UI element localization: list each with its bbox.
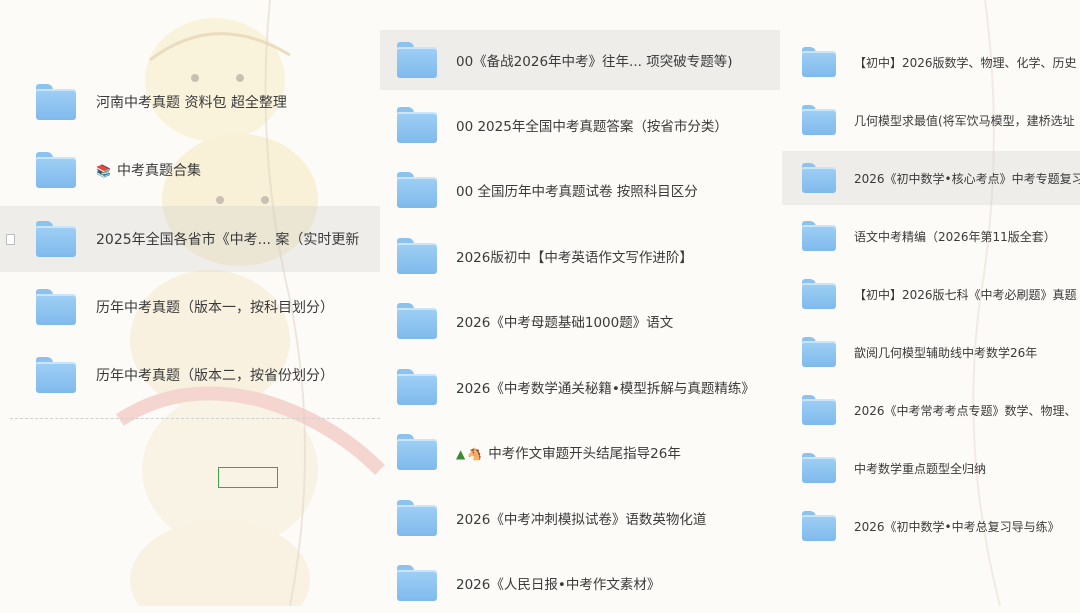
folder-icon: [802, 163, 836, 193]
folder-icon: [36, 84, 76, 120]
folder-label: 2025年全国各省市《中考... 案（实时更新: [96, 232, 360, 248]
folder-item[interactable]: 河南中考真题 资料包 超全整理: [0, 69, 380, 135]
folder-icon: [802, 453, 836, 483]
folder-label: 2026版初中【中考英语作文写作进阶】: [456, 250, 693, 266]
folder-icon: [802, 279, 836, 309]
folder-label: 【初中】2026版七科《中考必刷题》真题: [854, 287, 1077, 302]
folder-column-3: 【初中】2026版数学、物理、化学、历史 几何模型求最值(将军饮马模型，建桥选址…: [782, 0, 1080, 606]
folder-item[interactable]: 📚 中考真题合集: [0, 137, 380, 203]
folder-label: 历年中考真题（版本一，按科目划分）: [96, 300, 334, 316]
folder-icon: [802, 221, 836, 251]
rename-highlight-box: [218, 467, 278, 488]
folder-item[interactable]: 2026《中考母题基础1000题》语文: [380, 291, 780, 351]
folder-label: 中考数学重点题型全归纳: [854, 461, 987, 476]
folder-label: 2026《人民日报•中考作文素材》: [456, 577, 661, 593]
folder-icon: [36, 221, 76, 257]
folder-label: 2026《初中数学•核心考点》中考专题复习: [854, 171, 1080, 186]
folder-item[interactable]: 2026《中考数学通关秘籍•模型拆解与真题精练》: [380, 357, 780, 417]
folder-label: 几何模型求最值(将军饮马模型，建桥选址: [854, 113, 1075, 128]
folder-icon: [802, 511, 836, 541]
folder-label: 语文中考精编（2026年第11版全套）: [854, 229, 1056, 244]
folder-item[interactable]: 2026《初中数学•中考总复习导与练》: [782, 499, 1080, 553]
folder-label: 2026《中考常考考点专题》数学、物理、: [854, 403, 1077, 418]
folder-label: 00 全国历年中考真题试卷 按照科目区分: [456, 184, 698, 200]
folder-item[interactable]: 历年中考真题（版本一，按科目划分）: [0, 274, 380, 340]
folder-label: 2026《中考母题基础1000题》语文: [456, 315, 674, 331]
folder-item[interactable]: 2026版初中【中考英语作文写作进阶】: [380, 226, 780, 286]
folder-label: 2026《中考冲刺模拟试卷》语数英物化道: [456, 512, 707, 528]
folder-label: 中考真题合集: [116, 163, 201, 179]
selection-checkbox[interactable]: [6, 233, 15, 245]
folder-icon: [397, 434, 437, 470]
folder-item-selected[interactable]: 2026《初中数学•核心考点》中考专题复习: [782, 151, 1080, 205]
folder-item[interactable]: 00 2025年全国中考真题答案（按省市分类）: [380, 95, 780, 155]
folder-label: 歆阅几何模型辅助线中考数学26年: [854, 345, 1038, 360]
folder-item[interactable]: 2026《人民日报•中考作文素材》: [380, 553, 780, 613]
books-icon: 📚: [96, 164, 111, 178]
folder-item[interactable]: ▲ 🐴 中考作文审题开头结尾指导26年: [380, 422, 780, 482]
horse-icon: 🐴: [467, 447, 483, 461]
folder-icon: [36, 357, 76, 393]
folder-label: 2026《初中数学•中考总复习导与练》: [854, 519, 1060, 534]
folder-icon: [36, 289, 76, 325]
folder-item-selected[interactable]: 2025年全国各省市《中考... 案（实时更新: [0, 206, 380, 272]
folder-item[interactable]: 歆阅几何模型辅助线中考数学26年: [782, 325, 1080, 379]
folder-item[interactable]: 00 全国历年中考真题试卷 按照科目区分: [380, 160, 780, 220]
tree-icon: ▲: [456, 447, 466, 461]
folder-icon: [397, 565, 437, 601]
selection-marquee-edge: [10, 418, 380, 420]
folder-label: 历年中考真题（版本二，按省份划分）: [96, 368, 334, 384]
folder-icon: [36, 152, 76, 188]
folder-icon: [397, 238, 437, 274]
folder-label: 2026《中考数学通关秘籍•模型拆解与真题精练》: [456, 381, 755, 397]
folder-item[interactable]: 语文中考精编（2026年第11版全套）: [782, 209, 1080, 263]
folder-label: 河南中考真题 资料包 超全整理: [96, 95, 287, 111]
folder-item[interactable]: 历年中考真题（版本二，按省份划分）: [0, 342, 380, 408]
folder-icon: [802, 337, 836, 367]
folder-icon: [397, 42, 437, 78]
folder-item[interactable]: 【初中】2026版数学、物理、化学、历史: [782, 35, 1080, 89]
folder-icon: [397, 107, 437, 143]
folder-item-selected[interactable]: 00《备战2026年中考》往年... 项突破专题等): [380, 30, 780, 90]
folder-item[interactable]: 几何模型求最值(将军饮马模型，建桥选址: [782, 93, 1080, 147]
folder-label: 【初中】2026版数学、物理、化学、历史: [854, 55, 1077, 70]
folder-label: 中考作文审题开头结尾指导26年: [488, 446, 681, 462]
folder-label: 00 2025年全国中考真题答案（按省市分类）: [456, 119, 728, 135]
folder-item[interactable]: 【初中】2026版七科《中考必刷题》真题: [782, 267, 1080, 321]
folder-icon: [397, 303, 437, 339]
folder-label: 00《备战2026年中考》往年... 项突破专题等): [456, 54, 733, 70]
folder-item[interactable]: 2026《中考冲刺模拟试卷》语数英物化道: [380, 488, 780, 548]
folder-icon: [397, 172, 437, 208]
folder-item[interactable]: 中考数学重点题型全归纳: [782, 441, 1080, 495]
folder-icon: [802, 105, 836, 135]
folder-item[interactable]: 2026《中考常考考点专题》数学、物理、: [782, 383, 1080, 437]
folder-icon: [397, 500, 437, 536]
folder-icon: [802, 395, 836, 425]
folder-icon: [397, 369, 437, 405]
folder-icon: [802, 47, 836, 77]
